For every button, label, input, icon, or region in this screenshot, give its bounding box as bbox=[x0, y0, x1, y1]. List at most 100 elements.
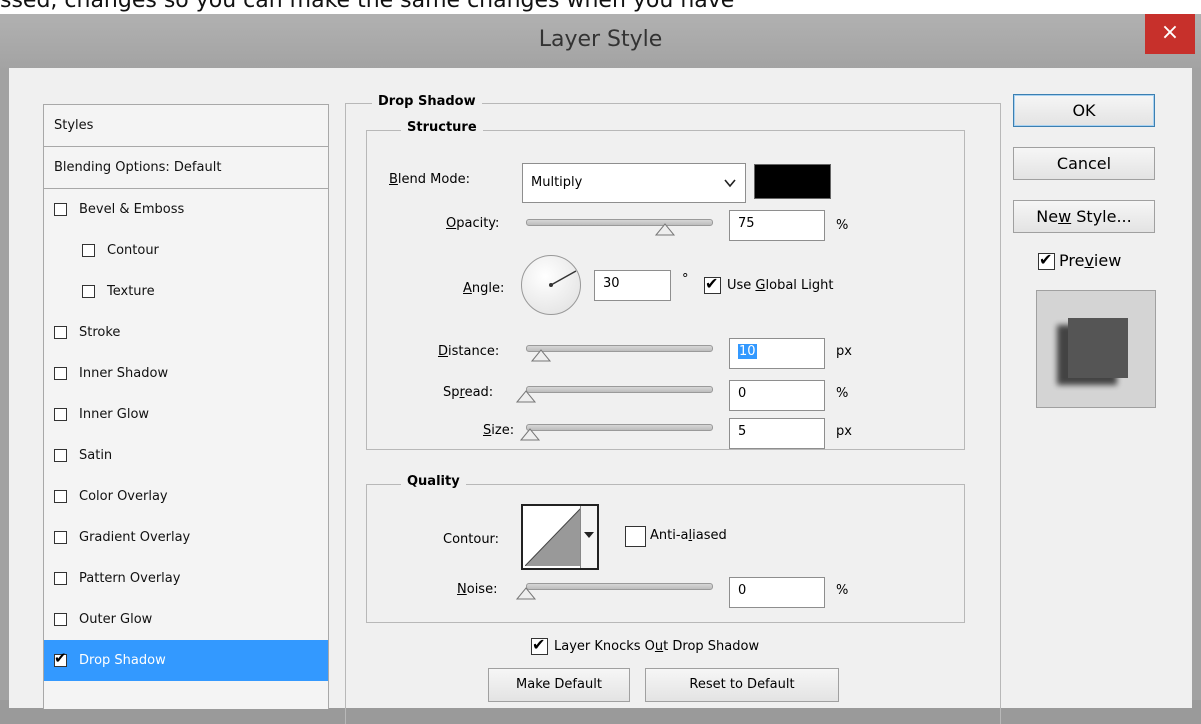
effect-label: Color Overlay bbox=[79, 489, 168, 504]
blend-mode-value: Multiply bbox=[531, 175, 583, 190]
effect-checkbox[interactable] bbox=[82, 244, 95, 257]
preview-thumbnail bbox=[1036, 290, 1156, 408]
distance-slider-thumb[interactable] bbox=[530, 348, 552, 362]
contour-curve-icon bbox=[525, 508, 581, 566]
shadow-color-swatch[interactable] bbox=[754, 164, 831, 199]
opacity-slider[interactable] bbox=[526, 219, 713, 226]
checkmark-icon: ✔ bbox=[532, 635, 546, 654]
cancel-button[interactable]: Cancel bbox=[1013, 147, 1155, 180]
effect-item-bevel-emboss[interactable]: Bevel & Emboss bbox=[44, 189, 328, 230]
contour-picker[interactable] bbox=[521, 504, 599, 570]
effect-checkbox[interactable] bbox=[54, 490, 67, 503]
size-input[interactable]: 5 bbox=[729, 418, 825, 449]
dialog-title: Layer Style bbox=[538, 27, 663, 52]
size-slider[interactable] bbox=[526, 424, 713, 431]
angle-label: Angle: bbox=[463, 281, 505, 296]
use-global-light-label: Use Global Light bbox=[727, 278, 834, 293]
preview-square bbox=[1068, 318, 1128, 378]
effect-label: Inner Glow bbox=[79, 407, 150, 422]
effect-item-satin[interactable]: Satin bbox=[44, 435, 328, 476]
spread-slider[interactable] bbox=[526, 386, 713, 393]
preview-checkbox[interactable]: ✔ bbox=[1038, 252, 1055, 270]
title-bar[interactable]: Layer Style × bbox=[0, 14, 1201, 68]
effect-checkbox[interactable] bbox=[82, 285, 95, 298]
effect-checkbox[interactable]: ✔ bbox=[54, 651, 67, 667]
size-slider-thumb[interactable] bbox=[519, 427, 541, 441]
effect-checkbox[interactable] bbox=[54, 531, 67, 544]
checkmark-icon: ✔ bbox=[705, 274, 719, 293]
anti-aliased-checkbox[interactable] bbox=[625, 526, 646, 547]
preview-label: Preview bbox=[1059, 251, 1122, 270]
effect-checkbox[interactable] bbox=[54, 367, 67, 380]
quality-title: Quality bbox=[401, 474, 466, 489]
size-value: 5 bbox=[738, 424, 747, 439]
size-unit: px bbox=[836, 424, 852, 439]
effect-item-gradient-overlay[interactable]: Gradient Overlay bbox=[44, 517, 328, 558]
styles-header[interactable]: Styles bbox=[44, 105, 328, 147]
distance-value: 10 bbox=[738, 344, 757, 359]
noise-unit: % bbox=[836, 583, 849, 598]
spread-unit: % bbox=[836, 386, 849, 401]
angle-input[interactable]: 30 bbox=[594, 270, 671, 301]
close-icon: × bbox=[1160, 20, 1180, 45]
distance-slider[interactable] bbox=[526, 345, 713, 352]
background-text: ssed, changes so you can make the same c… bbox=[0, 0, 735, 13]
effect-label: Contour bbox=[107, 243, 159, 258]
blending-options-item[interactable]: Blending Options: Default bbox=[44, 147, 328, 189]
effect-checkbox[interactable] bbox=[54, 408, 67, 421]
layer-knocks-out-label: Layer Knocks Out Drop Shadow bbox=[554, 639, 760, 654]
angle-dial[interactable] bbox=[521, 255, 581, 315]
spread-slider-thumb[interactable] bbox=[515, 389, 537, 403]
effect-item-pattern-overlay[interactable]: Pattern Overlay bbox=[44, 558, 328, 599]
use-global-light-checkbox[interactable]: ✔ bbox=[704, 274, 721, 294]
effect-item-drop-shadow[interactable]: ✔ Drop Shadow bbox=[44, 640, 328, 681]
distance-input[interactable]: 10 bbox=[729, 338, 825, 369]
effect-label: Texture bbox=[107, 284, 155, 299]
angle-unit: ° bbox=[682, 272, 689, 287]
opacity-label: Opacity: bbox=[446, 216, 500, 231]
contour-label: Contour: bbox=[443, 532, 500, 547]
ok-button[interactable]: OK bbox=[1013, 94, 1155, 127]
effect-item-texture[interactable]: Texture bbox=[44, 271, 328, 312]
styles-list: Styles Blending Options: Default Bevel &… bbox=[43, 104, 329, 709]
effect-label: Drop Shadow bbox=[79, 653, 166, 668]
effect-label: Satin bbox=[79, 448, 113, 463]
new-style-button[interactable]: New Style... bbox=[1013, 200, 1155, 233]
opacity-slider-thumb[interactable] bbox=[654, 222, 676, 236]
effect-item-outer-glow[interactable]: Outer Glow bbox=[44, 599, 328, 640]
opacity-input[interactable]: 75 bbox=[729, 210, 825, 241]
layer-knocks-out-checkbox[interactable]: ✔ bbox=[531, 635, 548, 655]
distance-unit: px bbox=[836, 344, 852, 359]
effect-item-inner-shadow[interactable]: Inner Shadow bbox=[44, 353, 328, 394]
blend-mode-select[interactable]: Multiply bbox=[522, 163, 746, 203]
effect-item-color-overlay[interactable]: Color Overlay bbox=[44, 476, 328, 517]
make-default-button[interactable]: Make Default bbox=[488, 668, 630, 702]
noise-input[interactable]: 0 bbox=[729, 577, 825, 608]
size-label: Size: bbox=[483, 423, 515, 438]
quality-group bbox=[366, 484, 965, 623]
anti-aliased-label: Anti-aliased bbox=[650, 528, 727, 543]
noise-slider-thumb[interactable] bbox=[515, 586, 537, 600]
effect-item-contour[interactable]: Contour bbox=[44, 230, 328, 271]
effect-checkbox[interactable] bbox=[54, 613, 67, 626]
effect-label: Pattern Overlay bbox=[79, 571, 181, 586]
noise-slider[interactable] bbox=[526, 583, 713, 590]
effect-item-inner-glow[interactable]: Inner Glow bbox=[44, 394, 328, 435]
reset-to-default-button[interactable]: Reset to Default bbox=[645, 668, 839, 702]
close-button[interactable]: × bbox=[1145, 14, 1195, 54]
effect-checkbox[interactable] bbox=[54, 572, 67, 585]
angle-needle-icon bbox=[549, 270, 577, 287]
effect-checkbox[interactable] bbox=[54, 449, 67, 462]
effect-checkbox[interactable] bbox=[54, 326, 67, 339]
chevron-down-icon bbox=[724, 179, 736, 188]
contour-dropdown-button[interactable] bbox=[580, 506, 597, 568]
spread-input[interactable]: 0 bbox=[729, 380, 825, 411]
effect-label: Inner Shadow bbox=[79, 366, 169, 381]
effect-item-stroke[interactable]: Stroke bbox=[44, 312, 328, 353]
noise-value: 0 bbox=[738, 583, 747, 598]
angle-value: 30 bbox=[603, 276, 620, 291]
effect-checkbox[interactable] bbox=[54, 203, 67, 216]
opacity-unit: % bbox=[836, 218, 849, 233]
blend-mode-label: Blend Mode: bbox=[389, 172, 470, 187]
spread-value: 0 bbox=[738, 386, 747, 401]
